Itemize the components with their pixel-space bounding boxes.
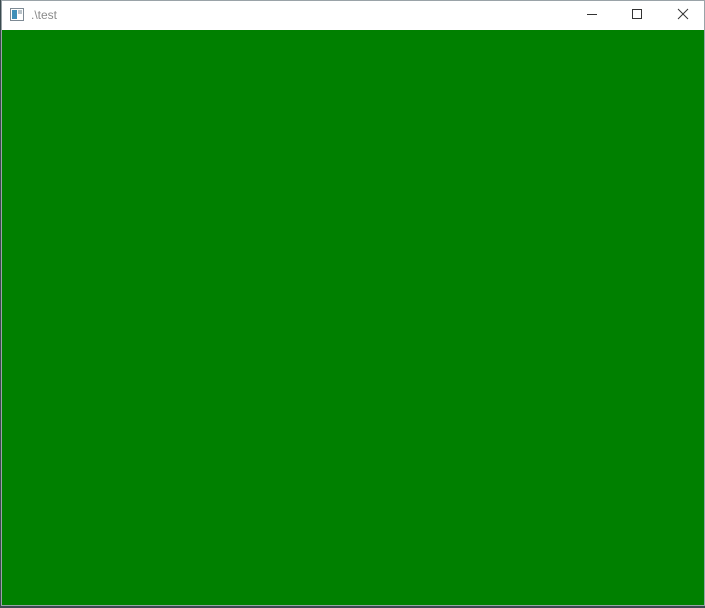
app-window-icon <box>10 8 24 21</box>
minimize-icon <box>586 7 598 25</box>
window-title: .\test <box>31 8 58 22</box>
maximize-button[interactable] <box>614 1 660 30</box>
close-icon <box>677 7 689 25</box>
app-window: .\test <box>1 0 705 606</box>
title-bar[interactable]: .\test <box>2 1 704 30</box>
client-area[interactable] <box>2 30 704 605</box>
close-button[interactable] <box>660 1 704 30</box>
minimize-button[interactable] <box>569 1 615 30</box>
maximize-icon <box>631 7 643 25</box>
